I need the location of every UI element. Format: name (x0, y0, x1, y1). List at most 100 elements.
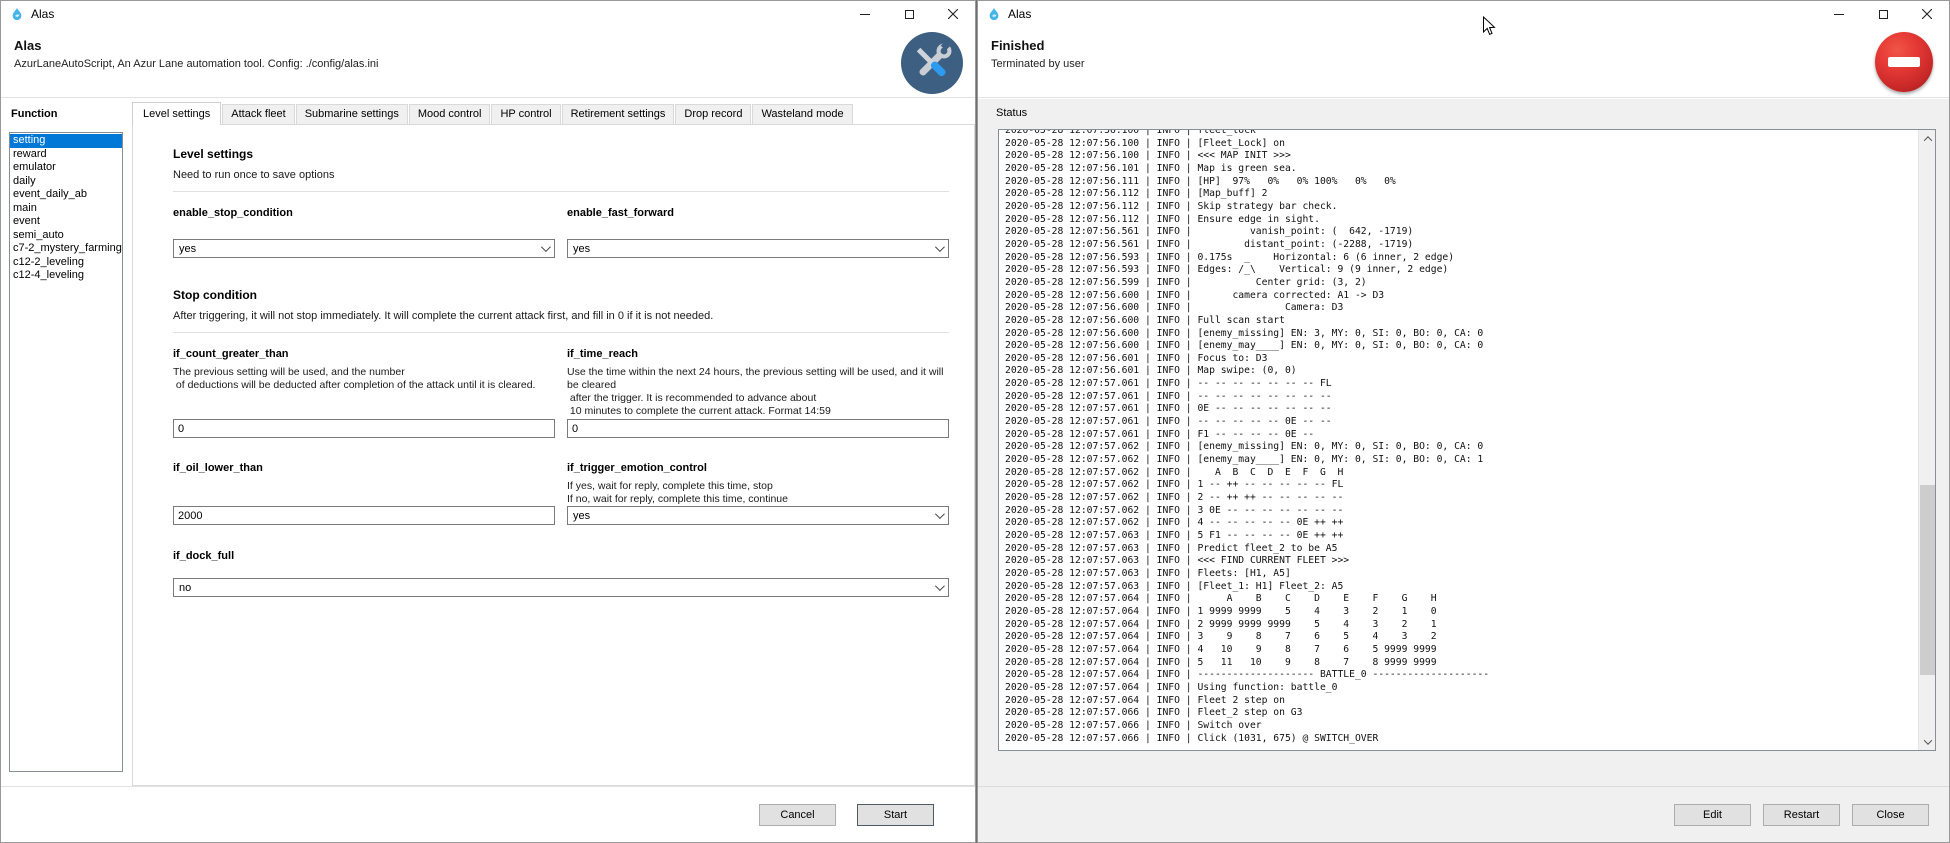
edit-button[interactable]: Edit (1674, 804, 1751, 826)
function-list[interactable]: settingrewardemulatordailyevent_daily_ab… (9, 132, 123, 772)
log-line: 2020-05-28 12:07:57.063 | INFO | Predict… (1005, 543, 1915, 556)
settings-tab[interactable]: Level settings (132, 102, 221, 125)
cancel-button[interactable]: Cancel (759, 804, 836, 826)
log-line: 2020-05-28 12:07:56.112 | INFO | [Map_bu… (1005, 188, 1915, 201)
log-line: 2020-05-28 12:07:56.100 | INFO | [Fleet_… (1005, 138, 1915, 151)
if-time-reach-input[interactable] (567, 419, 949, 438)
log-line: 2020-05-28 12:07:56.601 | INFO | Map swi… (1005, 365, 1915, 378)
field-desc: The previous setting will be used, and t… (173, 366, 555, 392)
enable-stop-condition-select[interactable]: yes (173, 239, 555, 258)
field-if-dock-full: if_dock_full no (173, 550, 949, 597)
log-line: 2020-05-28 12:07:57.062 | INFO | 3 0E --… (1005, 505, 1915, 518)
status-title: Finished (991, 38, 1044, 53)
settings-tab[interactable]: Submarine settings (296, 104, 408, 124)
log-line: 2020-05-28 12:07:57.064 | INFO | 2 9999 … (1005, 619, 1915, 632)
field-if-trigger-emotion-control: if_trigger_emotion_control If yes, wait … (567, 462, 949, 525)
field-if-oil-lower-than: if_oil_lower_than (173, 462, 555, 525)
field-label: if_count_greater_than (173, 348, 555, 360)
log-line: 2020-05-28 12:07:57.066 | INFO | Fleet_2… (1005, 707, 1915, 720)
close-button[interactable] (1905, 1, 1949, 27)
log-line: 2020-05-28 12:07:57.064 | INFO | 5 11 10… (1005, 657, 1915, 670)
start-button[interactable]: Start (857, 804, 934, 826)
field-label: enable_fast_forward (567, 207, 949, 219)
app-header: Alas AzurLaneAutoScript, An Azur Lane au… (1, 27, 975, 98)
log-body: Status 2020-05-28 12:07:56.100 | INFO | … (978, 99, 1949, 842)
maximize-button[interactable] (887, 1, 931, 27)
section-desc-level: Need to run once to save options (173, 169, 949, 181)
log-line: 2020-05-28 12:07:57.061 | INFO | -- -- -… (1005, 378, 1915, 391)
field-label: if_time_reach (567, 348, 949, 360)
scroll-down-icon[interactable] (1919, 733, 1936, 750)
scroll-up-icon[interactable] (1919, 130, 1936, 147)
settings-tab[interactable]: HP control (491, 104, 560, 124)
app-header: Finished Terminated by user (978, 27, 1949, 98)
log-line: 2020-05-28 12:07:56.593 | INFO | 0.175s … (1005, 252, 1915, 265)
status-group-label: Status (996, 107, 1027, 119)
settings-tab[interactable]: Retirement settings (562, 104, 675, 124)
status-subtitle: Terminated by user (991, 58, 1085, 70)
chevron-down-icon (935, 581, 945, 591)
titlebar: Alas (978, 1, 1949, 27)
function-list-item[interactable]: c12-2_leveling (10, 256, 122, 270)
log-line: 2020-05-28 12:07:56.600 | INFO | Full sc… (1005, 315, 1915, 328)
alas-log-window: Alas Finished Terminated by user Status … (977, 0, 1950, 843)
window-title: Alas (1008, 7, 1031, 21)
function-list-item[interactable]: semi_auto (10, 229, 122, 243)
minimize-button[interactable] (843, 1, 887, 27)
log-line: 2020-05-28 12:07:57.062 | INFO | [enemy_… (1005, 441, 1915, 454)
log-output-box[interactable]: 2020-05-28 12:07:56.100 | INFO | fleet_l… (998, 129, 1936, 751)
log-line: 2020-05-28 12:07:56.561 | INFO | vanish_… (1005, 226, 1915, 239)
chevron-down-icon (935, 242, 945, 252)
function-list-item[interactable]: c7-2_mystery_farming (10, 242, 122, 256)
function-list-item[interactable]: main (10, 202, 122, 216)
field-if-count-greater-than: if_count_greater_than The previous setti… (173, 348, 555, 438)
settings-tab[interactable]: Wasteland mode (752, 104, 852, 124)
scrollbar-thumb[interactable] (1920, 485, 1935, 675)
log-line: 2020-05-28 12:07:57.064 | INFO | Fleet 2… (1005, 695, 1915, 708)
titlebar: Alas (1, 1, 975, 27)
function-list-item[interactable]: emulator (10, 161, 122, 175)
settings-tab[interactable]: Attack fleet (222, 104, 294, 124)
settings-tab[interactable]: Drop record (675, 104, 751, 124)
settings-tab-strip: Level settingsAttack fleetSubmarine sett… (132, 102, 854, 124)
function-list-item[interactable]: event (10, 215, 122, 229)
function-list-item[interactable]: c12-4_leveling (10, 269, 122, 283)
log-line: 2020-05-28 12:07:56.112 | INFO | Skip st… (1005, 201, 1915, 214)
log-lines: 2020-05-28 12:07:56.100 | INFO | fleet_l… (1005, 129, 1915, 750)
restart-button[interactable]: Restart (1763, 804, 1840, 826)
maximize-button[interactable] (1861, 1, 1905, 27)
close-button[interactable] (931, 1, 975, 27)
log-line: 2020-05-28 12:07:57.061 | INFO | -- -- -… (1005, 416, 1915, 429)
if-dock-full-select[interactable]: no (173, 578, 949, 597)
log-line: 2020-05-28 12:07:57.061 | INFO | F1 -- -… (1005, 429, 1915, 442)
log-line: 2020-05-28 12:07:57.064 | INFO | -------… (1005, 669, 1915, 682)
field-label: if_trigger_emotion_control (567, 462, 949, 474)
log-line: 2020-05-28 12:07:56.111 | INFO | [HP] 97… (1005, 176, 1915, 189)
function-list-item[interactable]: daily (10, 175, 122, 189)
level-settings-pane: Level settings Need to run once to save … (132, 124, 975, 786)
close-session-button[interactable]: Close (1852, 804, 1929, 826)
divider (173, 332, 949, 333)
section-desc-stop: After triggering, it will not stop immed… (173, 310, 949, 322)
minimize-button[interactable] (1817, 1, 1861, 27)
log-line: 2020-05-28 12:07:56.600 | INFO | [enemy_… (1005, 328, 1915, 341)
field-enable-stop-condition: enable_stop_condition yes (173, 207, 555, 258)
if-oil-lower-than-input[interactable] (173, 506, 555, 525)
field-enable-fast-forward: enable_fast_forward yes (567, 207, 949, 258)
log-line: 2020-05-28 12:07:56.600 | INFO | [enemy_… (1005, 340, 1915, 353)
enable-fast-forward-select[interactable]: yes (567, 239, 949, 258)
combo-value: no (179, 582, 935, 594)
function-list-item[interactable]: event_daily_ab (10, 188, 122, 202)
if-trigger-emotion-control-select[interactable]: yes (567, 506, 949, 525)
log-line: 2020-05-28 12:07:56.599 | INFO | Center … (1005, 277, 1915, 290)
log-line: 2020-05-28 12:07:56.112 | INFO | Ensure … (1005, 214, 1915, 227)
log-line: 2020-05-28 12:07:57.066 | INFO | Switch … (1005, 720, 1915, 733)
log-line: 2020-05-28 12:07:57.062 | INFO | [enemy_… (1005, 454, 1915, 467)
log-scrollbar[interactable] (1918, 130, 1935, 750)
function-list-item[interactable]: setting (10, 134, 122, 148)
function-list-item[interactable]: reward (10, 148, 122, 162)
if-count-greater-than-input[interactable] (173, 419, 555, 438)
combo-value: yes (573, 243, 935, 255)
settings-tab[interactable]: Mood control (409, 104, 491, 124)
field-label: enable_stop_condition (173, 207, 555, 219)
